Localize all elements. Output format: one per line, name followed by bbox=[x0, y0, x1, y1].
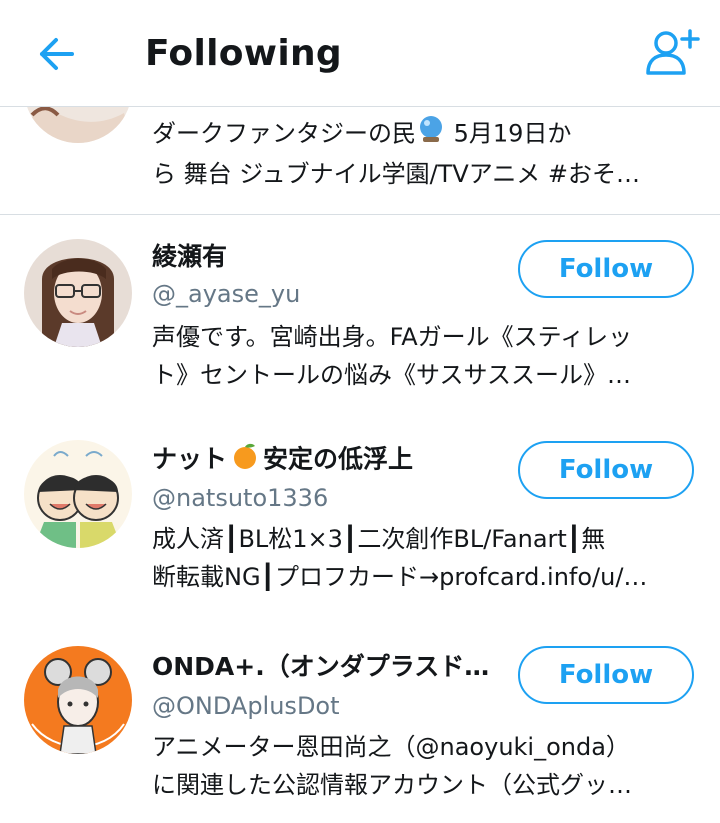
avatar[interactable] bbox=[24, 646, 132, 754]
page-title: Following bbox=[145, 33, 342, 74]
bio-line: ト》セントールの悩み《サスサススール》… bbox=[152, 361, 632, 389]
user-name: 綾瀬有 bbox=[152, 242, 228, 271]
back-button[interactable] bbox=[30, 30, 82, 78]
user-name: ナット 安定の低浮上 bbox=[152, 442, 492, 479]
avatar-image bbox=[24, 440, 132, 548]
crystal-ball-icon bbox=[416, 114, 446, 155]
user-handle: @_ayase_yu bbox=[152, 280, 301, 308]
bio-line: ダークファンタジーの民 5月19日か bbox=[152, 114, 697, 155]
user-name: ONDA+.（オンダプラスドッ… bbox=[152, 652, 514, 681]
user-bio: 声優です。宮崎出身。FAガール《スティレッ ト》セントールの悩み《サスサススール… bbox=[152, 318, 697, 394]
list-item[interactable]: ONDA+.（オンダプラスドッ… @ONDAplusDot Follow アニメ… bbox=[0, 622, 720, 823]
following-screen: Following ダークファンタジーの民 5月19日か ら 舞台 ジュブナイル… bbox=[0, 0, 720, 823]
user-bio: 成人済┃BL松1×3┃二次創作BL/Fanart┃無 断転載NG┃プロフカード→… bbox=[152, 520, 697, 596]
bio-line: 断転載NG┃プロフカード→profcard.info/u/… bbox=[152, 563, 648, 591]
tangerine-icon bbox=[231, 442, 259, 479]
user-handle: @natsuto1336 bbox=[152, 484, 329, 512]
follow-button[interactable]: Follow bbox=[518, 646, 694, 704]
avatar[interactable] bbox=[24, 239, 132, 347]
avatar-image bbox=[24, 239, 132, 347]
bio-line: 声優です。宮崎出身。FAガール《スティレッ bbox=[152, 323, 633, 351]
avatar-image bbox=[24, 646, 132, 754]
back-arrow-icon bbox=[40, 38, 74, 70]
list-item[interactable]: 綾瀬有 @_ayase_yu Follow 声優です。宮崎出身。FAガール《ステ… bbox=[0, 214, 720, 417]
user-bio: ダークファンタジーの民 5月19日か ら 舞台 ジュブナイル学園/TVアニメ #… bbox=[152, 114, 697, 193]
bio-line: ら 舞台 ジュブナイル学園/TVアニメ #おそ… bbox=[152, 160, 640, 188]
avatar[interactable] bbox=[24, 440, 132, 548]
follow-button[interactable]: Follow bbox=[518, 240, 694, 298]
add-user-icon bbox=[646, 29, 700, 75]
user-handle: @ONDAplusDot bbox=[152, 692, 340, 720]
bio-line: に関連した公認情報アカウント（公式グッ… bbox=[152, 771, 632, 799]
user-bio: アニメーター恩田尚之（@naoyuki_onda） に関連した公認情報アカウント… bbox=[152, 728, 697, 804]
bio-line: アニメーター恩田尚之（@naoyuki_onda） bbox=[152, 733, 630, 761]
list-item[interactable]: ナット 安定の低浮上 @natsuto1336 Follow 成人済┃BL松1×3… bbox=[0, 416, 720, 623]
bio-line: 成人済┃BL松1×3┃二次創作BL/Fanart┃無 bbox=[152, 525, 606, 553]
header-bar: Following bbox=[0, 0, 720, 107]
follow-button[interactable]: Follow bbox=[518, 441, 694, 499]
add-user-button[interactable] bbox=[640, 22, 704, 82]
